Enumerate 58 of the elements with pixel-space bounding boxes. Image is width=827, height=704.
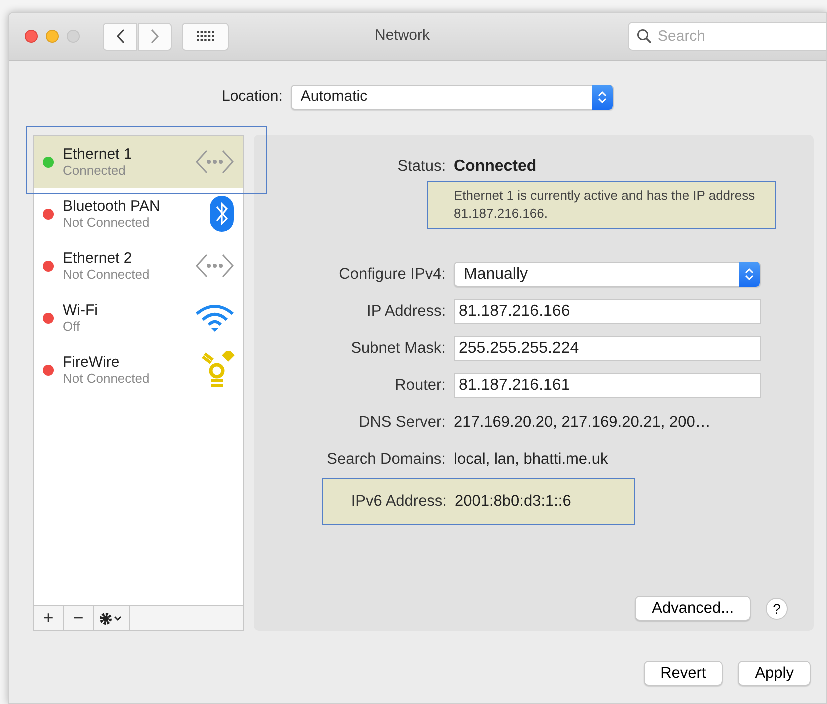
configure-select[interactable]: Manually <box>454 262 761 287</box>
service-item[interactable]: Ethernet 1 Connected <box>34 136 243 188</box>
window-title: Network <box>374 27 430 44</box>
ethernet-icon <box>195 149 235 175</box>
status-value: Connected <box>454 157 538 177</box>
field-label: DNS Server: <box>358 412 446 433</box>
close-button[interactable] <box>25 30 38 43</box>
field-label: IP Address: <box>366 302 446 322</box>
back-button[interactable] <box>103 22 137 50</box>
gear-icon <box>98 612 124 626</box>
location-label: Location: <box>222 87 283 108</box>
location-select[interactable]: Automatic <box>290 85 614 110</box>
wifi-icon <box>195 303 235 333</box>
field-label: IPv6 Address: <box>350 492 447 512</box>
service-status: Not Connected <box>63 266 150 282</box>
search-icon <box>637 29 652 44</box>
service-name: FireWire <box>63 354 121 370</box>
status-label: Status: <box>396 157 446 178</box>
stepper-icon <box>739 262 760 287</box>
remove-button[interactable]: − <box>64 606 94 630</box>
field-value: 217.169.20.20, 217.169.20.21, 200… <box>454 412 712 433</box>
text-field[interactable]: 255.255.255.224 <box>454 336 761 361</box>
chevron-right-icon <box>150 29 160 44</box>
help-button[interactable]: ? <box>766 598 788 620</box>
text-field[interactable]: 81.187.216.161 <box>454 373 761 398</box>
service-name: Ethernet 1 <box>63 146 132 162</box>
stepper-icon <box>592 85 613 110</box>
field-label: Search Domains: <box>326 450 446 470</box>
field-value: 2001:8b0:d3:1::6 <box>455 492 572 512</box>
search-field[interactable]: Search <box>628 22 826 51</box>
service-name: Wi-Fi <box>63 302 98 318</box>
service-item[interactable]: Wi-Fi Off <box>34 292 243 344</box>
bluetooth-icon <box>209 196 235 232</box>
chevron-left-icon <box>116 29 124 44</box>
advanced-button[interactable]: Advanced... <box>635 596 751 621</box>
status-message: Ethernet 1 is currently active and has the IP address 81.187.216.166. <box>427 181 776 229</box>
field-label: Configure IPv4: <box>338 264 446 285</box>
field-label: Subnet Mask: <box>350 338 446 359</box>
service-status: Connected <box>63 162 127 178</box>
service-status: Not Connected <box>63 370 150 386</box>
show-all-button[interactable] <box>182 22 229 50</box>
grid-icon <box>196 31 214 42</box>
dialog-button[interactable]: Apply <box>738 661 811 686</box>
field-label: Router: <box>394 376 446 396</box>
firewire-icon <box>199 351 235 389</box>
service-status: Not Connected <box>63 214 151 230</box>
service-status: Off <box>63 318 82 334</box>
service-item[interactable]: Ethernet 2 Not Connected <box>34 240 243 292</box>
service-name: Ethernet 2 <box>63 250 134 266</box>
service-item[interactable]: FireWire Not Connected <box>34 344 243 396</box>
ethernet-icon <box>195 253 235 279</box>
field-value: local, lan, bhatti.me.uk <box>454 450 610 470</box>
service-item[interactable]: Bluetooth PAN Not Connected <box>34 188 243 240</box>
text-field[interactable]: 81.187.216.166 <box>454 299 761 324</box>
dialog-button[interactable]: Revert <box>644 661 724 686</box>
add-button[interactable]: + <box>34 606 64 630</box>
minimize-button[interactable] <box>46 30 59 43</box>
service-name: Bluetooth PAN <box>63 198 160 214</box>
